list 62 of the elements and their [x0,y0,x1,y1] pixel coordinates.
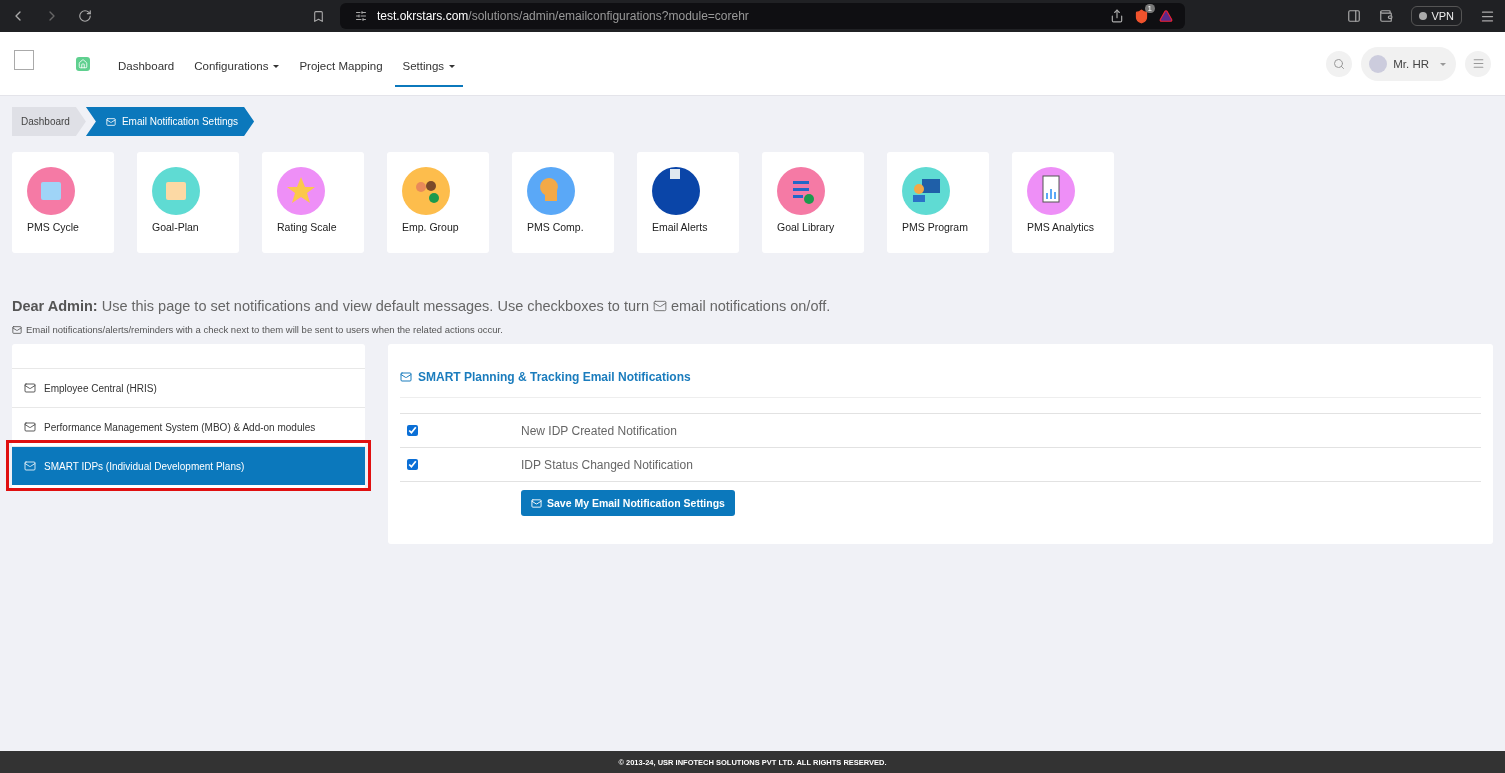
intro-text: Use this page to set notifications and view default messages. Use checkboxes to turn [101,298,649,314]
tile-label: PMS Cycle [27,221,80,233]
module-list-item[interactable]: Performance Management System (MBO) & Add-on modules [12,407,365,446]
tile-label: PMS Comp. [527,221,585,233]
search-icon [1333,57,1346,70]
tile-label: Emp. Group [402,221,460,233]
nav-item[interactable]: Project Mapping [291,46,391,87]
module-tile[interactable]: Goal-Plan [137,152,239,253]
shield-icon[interactable] [1134,8,1149,24]
module-tile[interactable]: PMS Program [887,152,989,253]
notification-checkbox[interactable] [407,425,418,436]
tile-label: Rating Scale [277,221,338,233]
mail-icon [105,116,116,127]
module-tile[interactable]: Rating Scale [262,152,364,253]
nav-item[interactable]: Dashboard [110,46,183,87]
tile-label: PMS Analytics [1027,221,1096,233]
module-tile[interactable]: PMS Comp. [512,152,614,253]
status-dot-icon [1419,12,1428,20]
reload-icon[interactable] [78,9,92,23]
site-settings-icon[interactable] [355,10,367,22]
tile-label: Email Alerts [652,221,709,233]
mail-icon [652,299,667,313]
tile-label: Goal Library [777,221,836,233]
mail-icon [24,460,36,472]
module-tile[interactable]: PMS Cycle [12,152,114,253]
panel-title: SMART Planning & Tracking Email Notifications [418,370,691,384]
url-path: /solutions/admin/emailconfigurations?module=corehr [468,9,749,23]
intro-note: Email notifications/alerts/reminders with a check next to them will be sent to users when the related actions occur. [26,324,503,335]
mail-icon [12,324,22,335]
tile-label: Goal-Plan [152,221,200,233]
save-button[interactable]: Save My Email Notification Settings [521,490,735,516]
menu-icon[interactable] [1480,8,1495,24]
shield-count: 1 [1144,3,1155,13]
module-tile[interactable]: Email Alerts [637,152,739,253]
notification-checkbox[interactable] [407,459,418,470]
module-tile[interactable]: PMS Analytics [1012,152,1114,253]
mail-icon [24,382,36,394]
sidebar-icon[interactable] [1347,9,1362,23]
url-host: test.okrstars.com [377,9,469,23]
module-tile[interactable]: Goal Library [762,152,864,253]
notification-label: IDP Status Changed Notification [521,457,693,472]
avatar [1369,54,1388,73]
triangle-icon[interactable] [1159,9,1173,23]
nav-item[interactable]: Configurations [186,46,288,87]
intro-text: email notifications on/off. [670,298,831,314]
mail-icon [400,371,412,383]
share-icon[interactable] [1110,9,1124,23]
nav-item[interactable]: Settings [394,46,464,87]
tile-label: PMS Program [902,221,969,233]
menu-icon [1471,57,1485,70]
broken-image-icon [14,49,34,70]
module-tile[interactable]: Emp. Group [387,152,489,253]
intro-lead: Dear Admin: [12,298,98,314]
vpn-button[interactable]: VPN [1411,6,1462,26]
wallet-icon[interactable] [1379,9,1394,23]
mail-icon [531,497,542,509]
breadcrumb-link[interactable]: Dashboard [12,107,86,136]
breadcrumb-link[interactable]: Email Notification Settings [85,107,255,136]
mail-icon [24,421,36,433]
notification-label: New IDP Created Notification [521,423,677,438]
user-menu-button[interactable]: Mr. HR [1361,46,1456,81]
bookmark-icon[interactable] [312,9,325,23]
